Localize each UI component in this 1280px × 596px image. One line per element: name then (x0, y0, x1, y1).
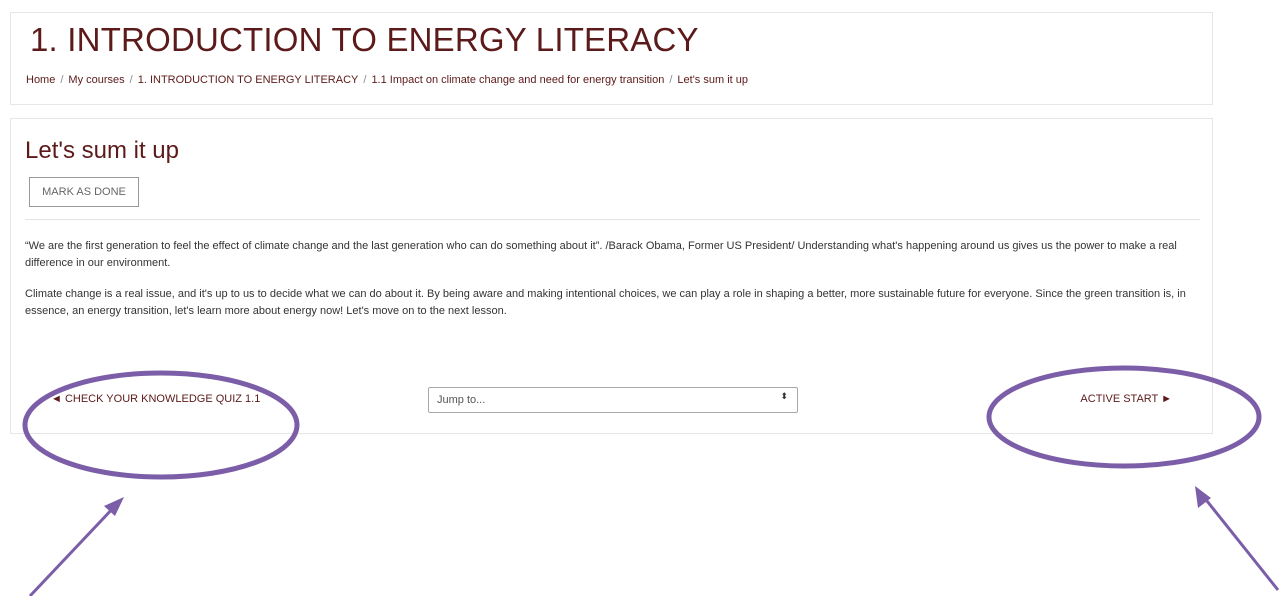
breadcrumb-home[interactable]: Home (26, 74, 55, 86)
jump-to-select[interactable]: Jump to... ⬍ (428, 387, 798, 413)
content-paragraph-summary: Climate change is a real issue, and it's… (25, 288, 1186, 317)
breadcrumb-separator: / (129, 74, 133, 86)
breadcrumb-separator: / (669, 74, 673, 86)
mark-as-done-button[interactable]: MARK AS DONE (29, 177, 139, 207)
breadcrumb-separator: / (60, 74, 64, 86)
annotation-arrow-left (28, 497, 124, 596)
breadcrumb-section[interactable]: 1.1 Impact on climate change and need fo… (371, 74, 664, 86)
select-arrows-icon: ⬍ (780, 391, 788, 401)
breadcrumb-separator: / (363, 74, 367, 86)
activity-title: Let's sum it up (25, 137, 179, 164)
breadcrumb: Home / My courses / 1. INTRODUCTION TO ENERG… (26, 74, 748, 86)
activity-card: Let's sum it up MARK AS DONE “We are the… (10, 118, 1213, 434)
previous-activity-link[interactable]: ◄ CHECK YOUR KNOWLEDGE QUIZ 1.1 (51, 393, 260, 405)
content-paragraph-quote: “We are the first generation to feel the… (25, 240, 1177, 269)
annotation-arrow-right (1195, 486, 1280, 591)
page-header: 1. INTRODUCTION TO ENERGY LITERACY Home /… (10, 12, 1213, 105)
jump-to-placeholder: Jump to... (437, 394, 486, 406)
breadcrumb-current[interactable]: Let's sum it up (677, 74, 748, 86)
divider (25, 219, 1200, 220)
next-activity-link[interactable]: ACTIVE START ► (1080, 393, 1172, 405)
page-title: 1. INTRODUCTION TO ENERGY LITERACY (30, 21, 699, 58)
breadcrumb-course[interactable]: 1. INTRODUCTION TO ENERGY LITERACY (138, 74, 359, 86)
breadcrumb-my-courses[interactable]: My courses (68, 74, 124, 86)
